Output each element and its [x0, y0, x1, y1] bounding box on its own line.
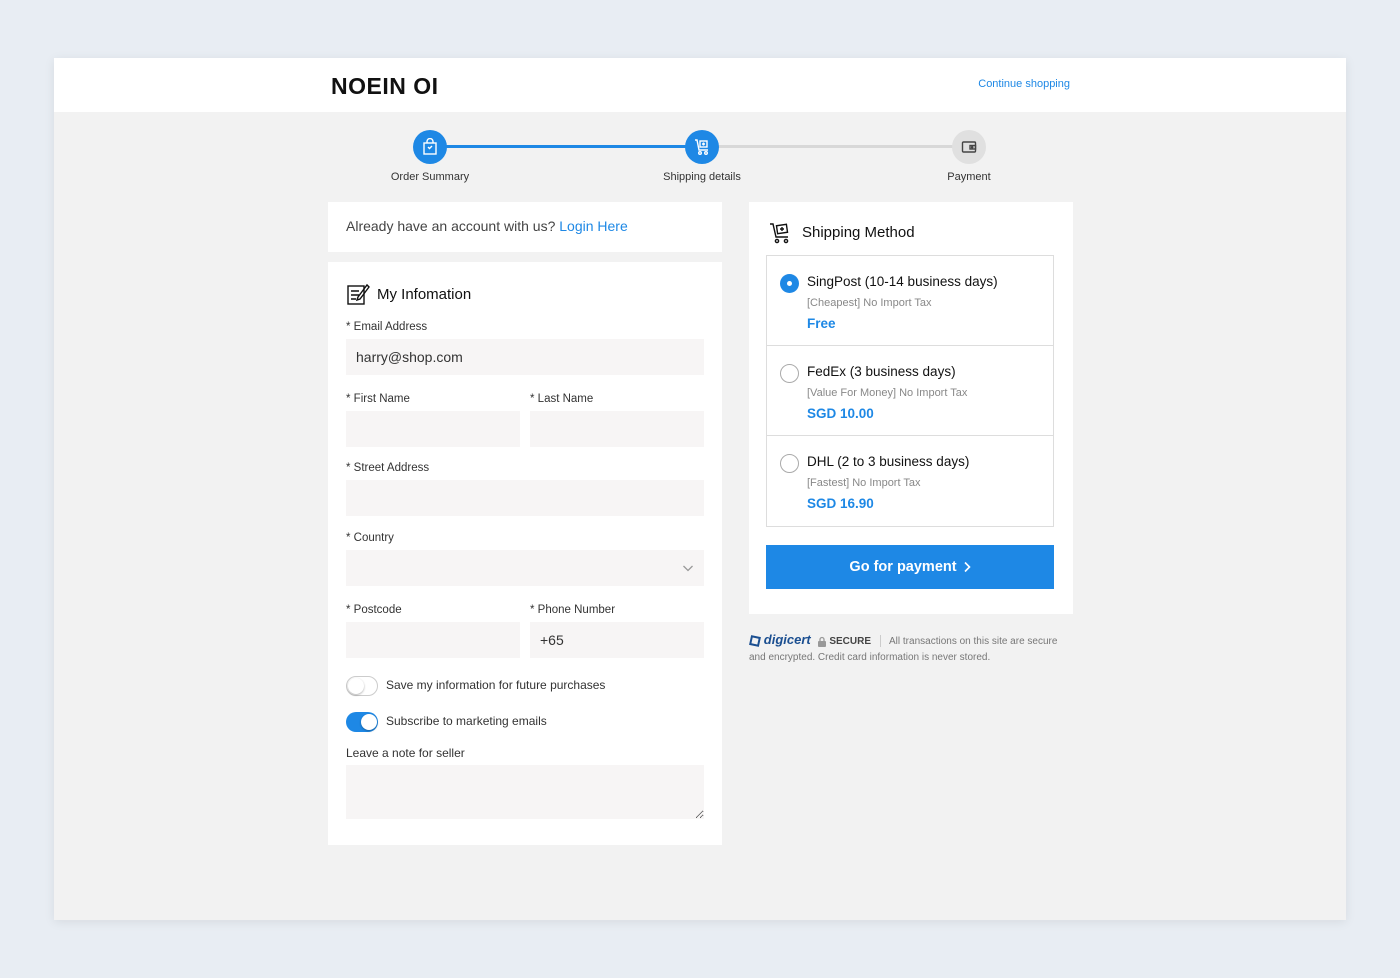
secure-badge: SECURE — [829, 636, 871, 647]
toggle-knob — [348, 678, 364, 694]
first-name-field[interactable] — [346, 411, 520, 447]
my-information-card: My Infomation * Email Address * First Na… — [328, 262, 722, 845]
brand-logo: NOEIN OI — [331, 73, 439, 99]
security-notice: digicert SECURE All transactions on this… — [749, 632, 1075, 666]
shipping-option-price: Free — [807, 316, 836, 331]
postcode-label: * Postcode — [346, 604, 402, 616]
shipping-option-price: SGD 16.90 — [807, 496, 874, 511]
shipping-option-name: FedEx (3 business days) — [807, 364, 956, 379]
country-label: * Country — [346, 532, 394, 544]
step-label-payment: Payment — [947, 171, 991, 183]
wallet-icon — [961, 141, 977, 153]
digicert-logo: digicert — [763, 632, 811, 647]
street-address-label: * Street Address — [346, 462, 430, 474]
phone-number-label: * Phone Number — [530, 604, 616, 616]
shipping-option-fedex[interactable]: FedEx (3 business days) [Value For Money… — [767, 346, 1053, 436]
stepper-progress-complete — [430, 145, 702, 148]
toggle-knob — [361, 714, 377, 730]
last-name-field[interactable] — [530, 411, 704, 447]
login-prompt-text: Already have an account with us? — [346, 218, 556, 234]
subscribe-toggle[interactable] — [346, 712, 378, 732]
save-info-toggle[interactable] — [346, 676, 378, 696]
divider — [879, 635, 881, 648]
go-for-payment-label: Go for payment — [849, 559, 957, 575]
shipping-method-title: Shipping Method — [802, 224, 915, 241]
subscribe-label: Subscribe to marketing emails — [386, 714, 547, 728]
chevron-down-icon — [683, 565, 693, 572]
phone-number-field[interactable] — [530, 622, 704, 658]
shipping-option-desc: [Cheapest] No Import Tax — [807, 297, 932, 309]
shipping-method-card: Shipping Method SingPost (10-14 business… — [749, 202, 1073, 614]
step-payment[interactable] — [952, 130, 986, 164]
step-order-summary[interactable] — [413, 130, 447, 164]
digicert-mark-icon — [749, 635, 761, 648]
shopping-bag-icon — [423, 138, 437, 155]
top-bar: NOEIN OI Continue shopping — [54, 58, 1346, 112]
login-prompt: Already have an account with us? Login H… — [346, 218, 628, 234]
shipping-cart-icon — [770, 223, 789, 244]
shipping-option-name: DHL (2 to 3 business days) — [807, 454, 970, 469]
checkout-window: NOEIN OI Continue shopping Order Summary… — [54, 58, 1346, 920]
continue-shopping-link[interactable]: Continue shopping — [978, 78, 1070, 90]
email-field[interactable] — [346, 339, 704, 375]
step-label-shipping-details: Shipping details — [663, 171, 741, 183]
login-here-link[interactable]: Login Here — [559, 218, 628, 234]
chevron-right-icon — [964, 561, 971, 573]
shipping-option-price: SGD 10.00 — [807, 406, 874, 421]
save-info-label: Save my information for future purchases — [386, 678, 606, 692]
shipping-option-dhl[interactable]: DHL (2 to 3 business days) [Fastest] No … — [767, 436, 1053, 526]
street-address-field[interactable] — [346, 480, 704, 516]
radio-selected[interactable] — [780, 274, 799, 293]
go-for-payment-button[interactable]: Go for payment — [766, 545, 1054, 589]
shipping-option-name: SingPost (10-14 business days) — [807, 274, 998, 289]
shipping-option-desc: [Value For Money] No Import Tax — [807, 387, 968, 399]
postcode-field[interactable] — [346, 622, 520, 658]
first-name-label: * First Name — [346, 393, 410, 405]
email-label: * Email Address — [346, 321, 428, 333]
step-shipping-details[interactable] — [685, 130, 719, 164]
radio-unselected[interactable] — [780, 454, 799, 473]
shipping-cart-icon — [695, 139, 708, 155]
stepper-progress-pending — [702, 145, 970, 148]
country-select[interactable] — [346, 550, 704, 586]
my-information-title: My Infomation — [377, 286, 472, 303]
shipping-option-desc: [Fastest] No Import Tax — [807, 477, 921, 489]
shipping-option-singpost[interactable]: SingPost (10-14 business days) [Cheapest… — [767, 256, 1053, 346]
step-label-order-summary: Order Summary — [390, 171, 470, 183]
radio-unselected[interactable] — [780, 364, 799, 383]
seller-note-field[interactable] — [346, 765, 704, 819]
shipping-options-list: SingPost (10-14 business days) [Cheapest… — [766, 255, 1054, 527]
last-name-label: * Last Name — [530, 393, 594, 405]
login-prompt-card: Already have an account with us? Login H… — [328, 202, 722, 252]
lock-icon — [817, 636, 826, 647]
seller-note-label: Leave a note for seller — [346, 746, 465, 760]
edit-form-icon — [347, 283, 370, 305]
